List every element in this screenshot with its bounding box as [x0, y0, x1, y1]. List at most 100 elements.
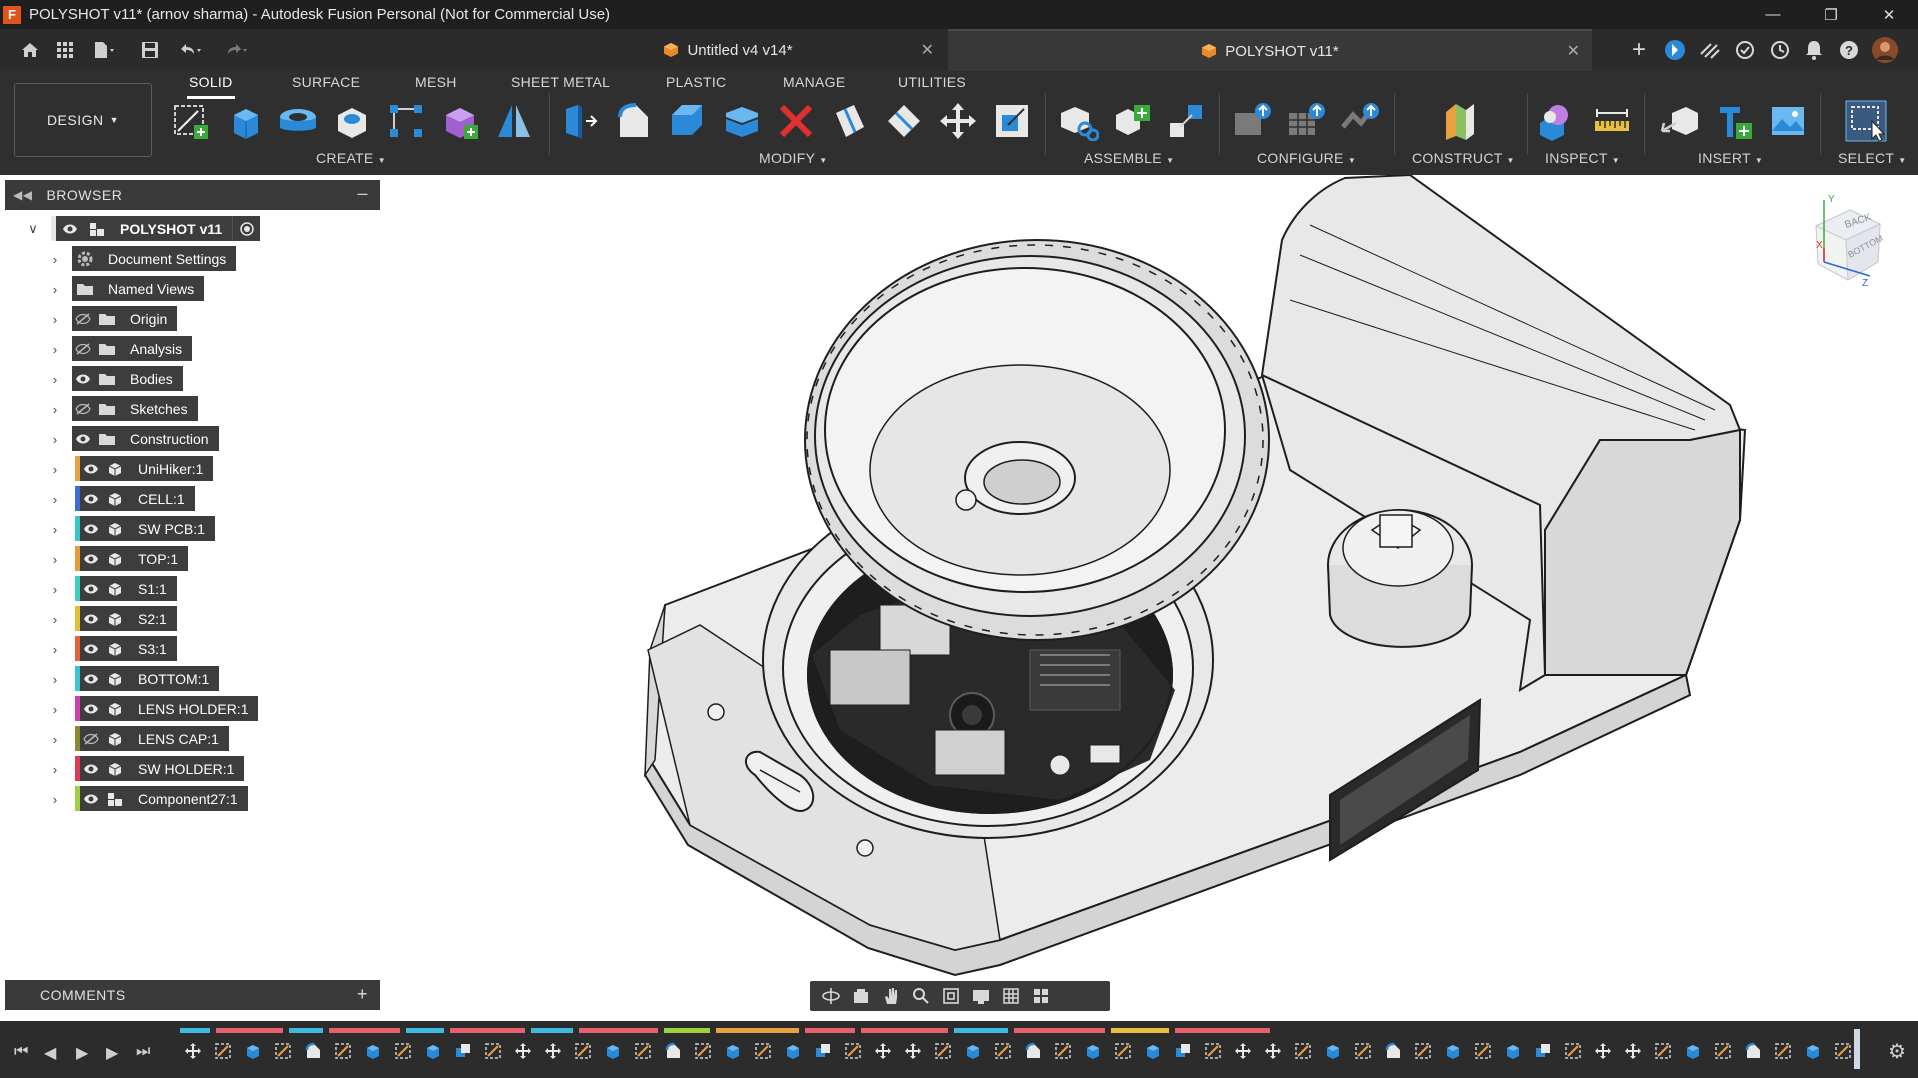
timeline-sketch-icon[interactable]: [1650, 1038, 1676, 1064]
save-icon[interactable]: [136, 36, 164, 64]
restore-window-button[interactable]: ❐: [1802, 0, 1860, 29]
chevron-right-icon[interactable]: ›: [48, 462, 62, 477]
chevron-right-icon[interactable]: ›: [48, 492, 62, 507]
tree-root-row[interactable]: ∨ POLYSHOT v11: [0, 216, 380, 242]
timeline-sketch-icon[interactable]: [1110, 1038, 1136, 1064]
eye-visible-icon[interactable]: [80, 636, 102, 661]
timeline-move-icon[interactable]: [510, 1038, 536, 1064]
timeline-extrude-icon[interactable]: [360, 1038, 386, 1064]
browser-item-row[interactable]: › TOP:1: [0, 546, 380, 572]
shell-icon[interactable]: [719, 98, 765, 144]
timeline-extrude-icon[interactable]: [1320, 1038, 1346, 1064]
timeline-sketch-icon[interactable]: [330, 1038, 356, 1064]
viewcube-navigation[interactable]: BACK BOTTOM Y X Z: [1800, 192, 1896, 292]
timeline-move-icon[interactable]: [1590, 1038, 1616, 1064]
tab-manage[interactable]: MANAGE: [781, 74, 847, 96]
window-select-icon[interactable]: [1843, 98, 1889, 144]
timeline-extrude-icon[interactable]: [780, 1038, 806, 1064]
browser-item[interactable]: SW HOLDER:1: [75, 756, 245, 781]
timeline-sketch-icon[interactable]: [570, 1038, 596, 1064]
timeline-move-icon[interactable]: [1260, 1038, 1286, 1064]
browser-item-row[interactable]: › Named Views: [0, 276, 380, 302]
new-tab-plus-icon[interactable]: +: [1626, 36, 1652, 63]
timeline-sketch-icon[interactable]: [990, 1038, 1016, 1064]
eye-visible-icon[interactable]: [80, 576, 102, 601]
data-panel-grid-icon[interactable]: [51, 36, 79, 64]
comments-panel[interactable]: COMMENTS +: [5, 980, 380, 1010]
delete-red-x-icon[interactable]: [773, 98, 819, 144]
close-tab-icon[interactable]: ✕: [1567, 41, 1580, 61]
step-back-icon[interactable]: ◀: [44, 1043, 56, 1063]
eye-visible-icon[interactable]: [80, 456, 102, 481]
eye-visible-icon[interactable]: [80, 606, 102, 631]
browser-item-row[interactable]: › S1:1: [0, 576, 380, 602]
browser-item-row[interactable]: › S2:1: [0, 606, 380, 632]
timeline-sketch-icon[interactable]: [1410, 1038, 1436, 1064]
eye-visible-icon[interactable]: [80, 786, 102, 811]
look-at-icon[interactable]: [846, 982, 876, 1010]
go-to-end-icon[interactable]: ⏭: [136, 1043, 150, 1061]
mirror-icon[interactable]: [491, 98, 537, 144]
assemble-menu[interactable]: ASSEMBLE ▼: [1084, 150, 1174, 166]
extrude-icon[interactable]: [221, 98, 267, 144]
close-window-button[interactable]: ✕: [1860, 0, 1918, 29]
browser-item-row[interactable]: › BOTTOM:1: [0, 666, 380, 692]
timeline-move-icon[interactable]: [180, 1038, 206, 1064]
timeline-combine-icon[interactable]: [810, 1038, 836, 1064]
minimize-window-button[interactable]: —: [1744, 0, 1802, 29]
browser-item-row[interactable]: › SW HOLDER:1: [0, 756, 380, 782]
eye-visible-icon[interactable]: [80, 666, 102, 691]
configure-design-icon[interactable]: [1229, 98, 1275, 144]
browser-item-row[interactable]: › Bodies: [0, 366, 380, 392]
minimize-panel-icon[interactable]: –: [357, 183, 368, 204]
notifications-bell-icon[interactable]: [1801, 37, 1827, 63]
timeline-extrude-icon[interactable]: [240, 1038, 266, 1064]
timeline-move-icon[interactable]: [1230, 1038, 1256, 1064]
zoom-icon[interactable]: [906, 982, 936, 1010]
split-face-icon[interactable]: [827, 98, 873, 144]
inspect-menu[interactable]: INSPECT ▼: [1545, 150, 1620, 166]
fit-window-icon[interactable]: [936, 982, 966, 1010]
grid-settings-icon[interactable]: [996, 982, 1026, 1010]
timeline-extrude-icon[interactable]: [1680, 1038, 1706, 1064]
scale-icon[interactable]: [989, 98, 1035, 144]
chevron-right-icon[interactable]: ›: [48, 372, 62, 387]
browser-item-row[interactable]: › SW PCB:1: [0, 516, 380, 542]
eye-hidden-icon[interactable]: [72, 306, 94, 331]
timeline-combine-icon[interactable]: [450, 1038, 476, 1064]
browser-item[interactable]: Bodies: [72, 366, 183, 391]
timeline-sketch-icon[interactable]: [1290, 1038, 1316, 1064]
chevron-right-icon[interactable]: ›: [48, 762, 62, 777]
offset-plane-icon[interactable]: [1437, 98, 1483, 144]
chevron-right-icon[interactable]: ›: [48, 642, 62, 657]
eye-visible-icon[interactable]: [80, 696, 102, 721]
joint-icon[interactable]: [1163, 98, 1209, 144]
browser-item[interactable]: S2:1: [75, 606, 177, 631]
clock-icon[interactable]: [1767, 37, 1793, 63]
timeline-move-icon[interactable]: [870, 1038, 896, 1064]
timeline-sketch-icon[interactable]: [1710, 1038, 1736, 1064]
create-form-icon[interactable]: [437, 98, 483, 144]
timeline-sketch-icon[interactable]: [1770, 1038, 1796, 1064]
configure-menu[interactable]: CONFIGURE ▼: [1257, 150, 1356, 166]
hole-icon[interactable]: [329, 98, 375, 144]
browser-item[interactable]: TOP:1: [75, 546, 189, 571]
create-menu[interactable]: CREATE ▼: [316, 150, 386, 166]
browser-item[interactable]: Named Views: [72, 276, 205, 301]
tab-sheet-metal[interactable]: SHEET METAL: [509, 74, 612, 96]
timeline-sketch-icon[interactable]: [480, 1038, 506, 1064]
fillet-icon[interactable]: [611, 98, 657, 144]
chevron-right-icon[interactable]: ›: [48, 252, 62, 267]
timeline-extrude-icon[interactable]: [1500, 1038, 1526, 1064]
insert-menu[interactable]: INSERT ▼: [1698, 150, 1763, 166]
eye-hidden-icon[interactable]: [72, 396, 94, 421]
timeline-fillet-icon[interactable]: [1020, 1038, 1046, 1064]
browser-item[interactable]: LENS HOLDER:1: [75, 696, 259, 721]
timeline-extrude-icon[interactable]: [960, 1038, 986, 1064]
chevron-right-icon[interactable]: ›: [48, 792, 62, 807]
online-status-icon[interactable]: [1732, 37, 1758, 63]
timeline-extrude-icon[interactable]: [1140, 1038, 1166, 1064]
timeline-fillet-icon[interactable]: [660, 1038, 686, 1064]
browser-item[interactable]: Construction: [72, 426, 219, 451]
timeline-settings-gear-icon[interactable]: ⚙: [1888, 1039, 1906, 1064]
